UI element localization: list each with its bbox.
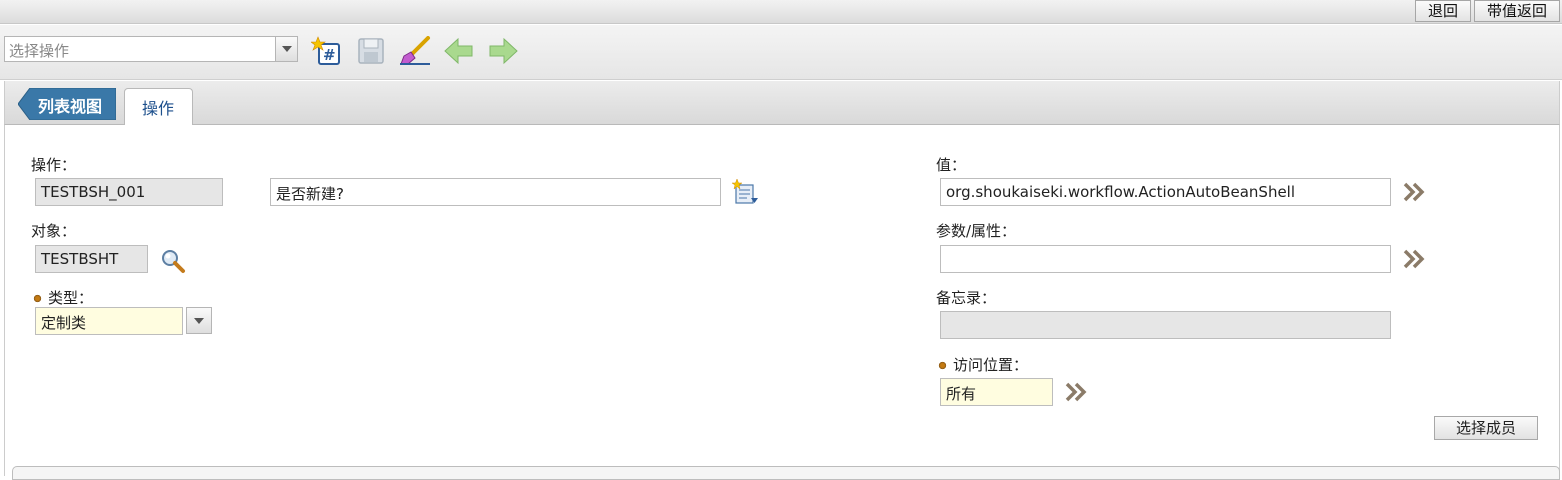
access-label-row: 访问位置： [938, 354, 1028, 375]
tab-list-view-label: 列表视图 [38, 97, 103, 116]
return-with-value-button[interactable]: 带值返回 [1474, 0, 1560, 22]
access-label: 访问位置： [953, 356, 1029, 374]
object-field[interactable]: TESTBSHT [35, 245, 148, 273]
bottom-section-panel [12, 466, 1560, 480]
type-label: 类型： [48, 289, 94, 307]
access-detail-menu-icon[interactable] [1064, 381, 1088, 403]
operation-field[interactable]: TESTBSH_001 [35, 178, 223, 206]
params-label: 参数/属性： [936, 222, 1017, 240]
long-description-icon[interactable] [731, 178, 760, 206]
memo-label: 备忘录： [936, 289, 997, 307]
action-select[interactable]: 选择操作 [4, 36, 298, 62]
clear-icon[interactable] [398, 36, 430, 66]
top-bar [0, 0, 1562, 24]
required-icon [33, 294, 42, 303]
required-icon [938, 361, 947, 370]
type-label-row: 类型： [33, 287, 93, 308]
value-label: 值： [936, 156, 967, 174]
next-icon[interactable] [487, 36, 519, 66]
params-detail-menu-icon[interactable] [1402, 248, 1426, 270]
value-field[interactable]: org.shoukaiseki.workflow.ActionAutoBeanS… [940, 178, 1391, 206]
tab-list-view[interactable]: 列表视图 [18, 88, 116, 120]
type-field[interactable]: 定制类 [35, 307, 183, 335]
params-field[interactable] [940, 245, 1391, 273]
tab-operation-label: 操作 [142, 99, 175, 118]
svg-text:#: # [323, 46, 336, 64]
memo-field[interactable] [940, 311, 1391, 339]
operation-label: 操作： [31, 156, 77, 174]
prev-icon[interactable] [443, 36, 475, 66]
return-button[interactable]: 退回 [1415, 0, 1471, 22]
type-dropdown-button[interactable] [186, 307, 212, 334]
toolbar: 选择操作 # [0, 25, 1562, 80]
chevron-down-icon[interactable] [275, 37, 297, 61]
select-member-button[interactable]: 选择成员 [1434, 416, 1538, 440]
save-icon[interactable] [356, 36, 388, 66]
action-select-placeholder: 选择操作 [9, 42, 70, 60]
tab-operation[interactable]: 操作 [124, 88, 193, 125]
tab-bar [4, 81, 1560, 125]
access-field[interactable]: 所有 [940, 378, 1053, 406]
value-detail-menu-icon[interactable] [1402, 181, 1426, 203]
search-icon[interactable] [160, 248, 186, 274]
description-field[interactable]: 是否新建? [270, 178, 721, 206]
chevron-down-icon [194, 318, 204, 324]
object-label: 对象： [31, 222, 77, 240]
new-record-icon[interactable]: # [310, 36, 343, 66]
